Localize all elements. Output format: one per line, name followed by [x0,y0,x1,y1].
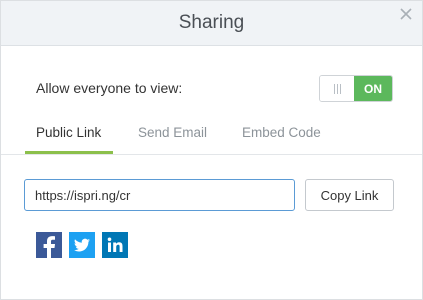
tab-public-link[interactable]: Public Link [36,125,101,140]
grip-icon [333,83,341,94]
linkedin-icon[interactable] [102,232,128,258]
facebook-icon[interactable] [36,232,62,258]
tab-send-email[interactable]: Send Email [138,125,207,140]
dialog-title: Sharing [178,12,245,33]
share-tabs: Public Link Send Email Embed Code [1,119,422,155]
toggle-grip [320,76,354,101]
toggle-on-label: ON [354,76,392,101]
allow-everyone-toggle[interactable]: ON [319,75,393,102]
dialog-header: Sharing [1,1,422,46]
close-icon[interactable] [398,6,414,22]
twitter-icon[interactable] [69,232,95,258]
public-link-input[interactable] [24,179,295,211]
active-tab-indicator [25,151,113,154]
sharing-dialog: Sharing Allow everyone to view: ON Publi… [0,0,423,300]
tab-embed-code[interactable]: Embed Code [242,125,321,140]
allow-everyone-label: Allow everyone to view: [36,80,183,96]
copy-link-button[interactable]: Copy Link [305,179,394,211]
